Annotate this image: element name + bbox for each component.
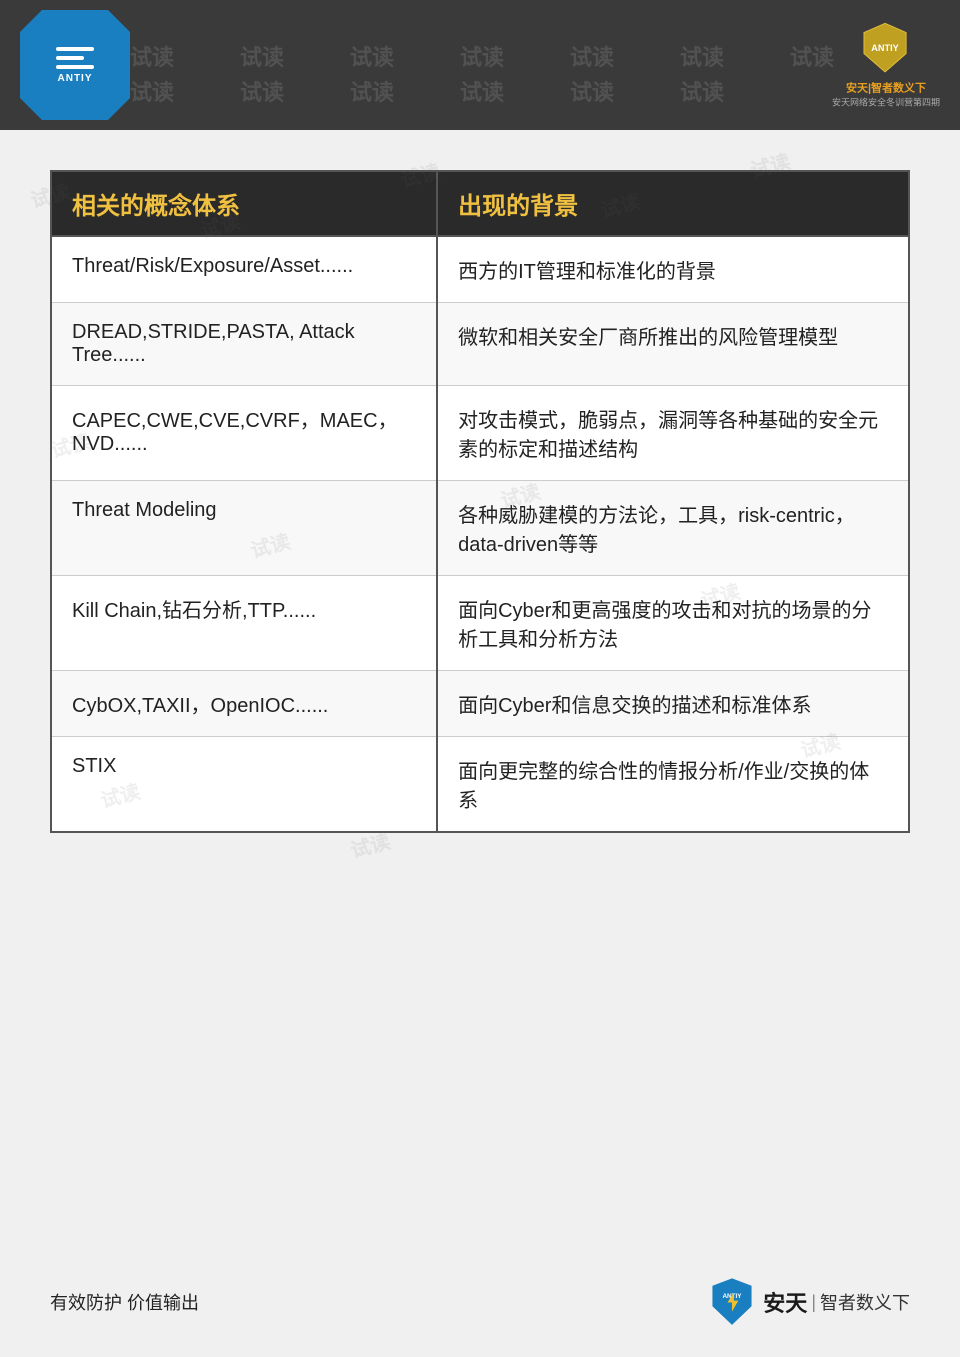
table-cell-col1-3: Threat Modeling: [51, 481, 437, 576]
footer-brand-sub: 智者数义下: [820, 1289, 910, 1315]
wm12: 试读: [570, 75, 614, 107]
table-cell-col2-3: 各种威胁建模的方法论，工具，risk-centric，data-driven等等: [437, 481, 909, 576]
wm7: 试读: [790, 40, 834, 72]
header-right-sub: 安天网络安全冬训营第四期: [832, 96, 940, 109]
table-cell-col2-2: 对攻击模式，脆弱点，漏洞等各种基础的安全元素的标定和描述结构: [437, 386, 909, 481]
header-right-brand: 安天|智者数义下: [846, 80, 926, 96]
header-watermarks: 试读 试读 试读 试读 试读 试读 试读 试读 试读 试读 试读 试读 试读: [0, 0, 960, 130]
col2-header: 出现的背景: [437, 171, 909, 236]
logo-line-1: [56, 47, 94, 51]
wm5: 试读: [570, 40, 614, 72]
antiy-logo: ANTIY: [20, 10, 130, 120]
header-right-logo: ANTIY 安天|智者数义下 安天网络安全冬训营第四期: [832, 22, 940, 109]
footer-logo-icon: ANTIY: [707, 1277, 757, 1327]
wm2: 试读: [240, 40, 284, 72]
footer-logo: ANTIY 安天 | 智者数义下: [707, 1277, 910, 1327]
table-cell-col1-4: Kill Chain,钻石分析,TTP......: [51, 576, 437, 671]
wm1: 试读: [130, 40, 174, 72]
footer-brand-main: 安天: [763, 1286, 807, 1318]
table-row: CAPEC,CWE,CVE,CVRF，MAEC，NVD......对攻击模式，脆…: [51, 386, 909, 481]
logo-line-3: [56, 65, 94, 69]
footer-slogan: 有效防护 价值输出: [50, 1289, 199, 1315]
table-cell-col1-5: CybOX,TAXII，OpenIOC......: [51, 671, 437, 737]
wm6: 试读: [680, 40, 724, 72]
wm8: 试读: [130, 75, 174, 107]
main-content: 试读 试读 试读 试读 试读 试读 试读 试读 试读 试读 试读 试读 试读 试…: [0, 130, 960, 863]
table-row: DREAD,STRIDE,PASTA, Attack Tree......微软和…: [51, 303, 909, 386]
footer-brand-separator: |: [811, 1292, 816, 1313]
table-cell-col2-0: 西方的IT管理和标准化的背景: [437, 236, 909, 303]
col1-header: 相关的概念体系: [51, 171, 437, 236]
svg-text:ANTIY: ANTIY: [872, 43, 899, 53]
table-row: CybOX,TAXII，OpenIOC......面向Cyber和信息交换的描述…: [51, 671, 909, 737]
footer-brand-container: 安天 | 智者数义下: [763, 1286, 910, 1318]
table-row: Threat/Risk/Exposure/Asset......西方的IT管理和…: [51, 236, 909, 303]
shield-icon: ANTIY: [858, 22, 913, 77]
logo-lines: [56, 47, 94, 69]
table-cell-col2-4: 面向Cyber和更高强度的攻击和对抗的场景的分析工具和分析方法: [437, 576, 909, 671]
logo-line-2: [56, 56, 84, 60]
wm13: 试读: [680, 75, 724, 107]
wm4: 试读: [460, 40, 504, 72]
wm10: 试读: [350, 75, 394, 107]
wm3: 试读: [350, 40, 394, 72]
table-row: STIX面向更完整的综合性的情报分析/作业/交换的体系: [51, 737, 909, 833]
concepts-table: 相关的概念体系 出现的背景 Threat/Risk/Exposure/Asset…: [50, 170, 910, 833]
table-cell-col1-1: DREAD,STRIDE,PASTA, Attack Tree......: [51, 303, 437, 386]
table-cell-col2-1: 微软和相关安全厂商所推出的风险管理模型: [437, 303, 909, 386]
table-cell-col1-6: STIX: [51, 737, 437, 833]
table-cell-col2-6: 面向更完整的综合性的情报分析/作业/交换的体系: [437, 737, 909, 833]
table-cell-col2-5: 面向Cyber和信息交换的描述和标准体系: [437, 671, 909, 737]
header: 试读 试读 试读 试读 试读 试读 试读 试读 试读 试读 试读 试读 试读 A…: [0, 0, 960, 130]
table-row: Threat Modeling各种威胁建模的方法论，工具，risk-centri…: [51, 481, 909, 576]
footer: 有效防护 价值输出 ANTIY 安天 | 智者数义下: [0, 1277, 960, 1327]
wm11: 试读: [460, 75, 504, 107]
table-cell-col1-0: Threat/Risk/Exposure/Asset......: [51, 236, 437, 303]
logo-antiy-text: ANTIY: [58, 73, 93, 84]
table-row: Kill Chain,钻石分析,TTP......面向Cyber和更高强度的攻击…: [51, 576, 909, 671]
table-cell-col1-2: CAPEC,CWE,CVE,CVRF，MAEC，NVD......: [51, 386, 437, 481]
wm9: 试读: [240, 75, 284, 107]
